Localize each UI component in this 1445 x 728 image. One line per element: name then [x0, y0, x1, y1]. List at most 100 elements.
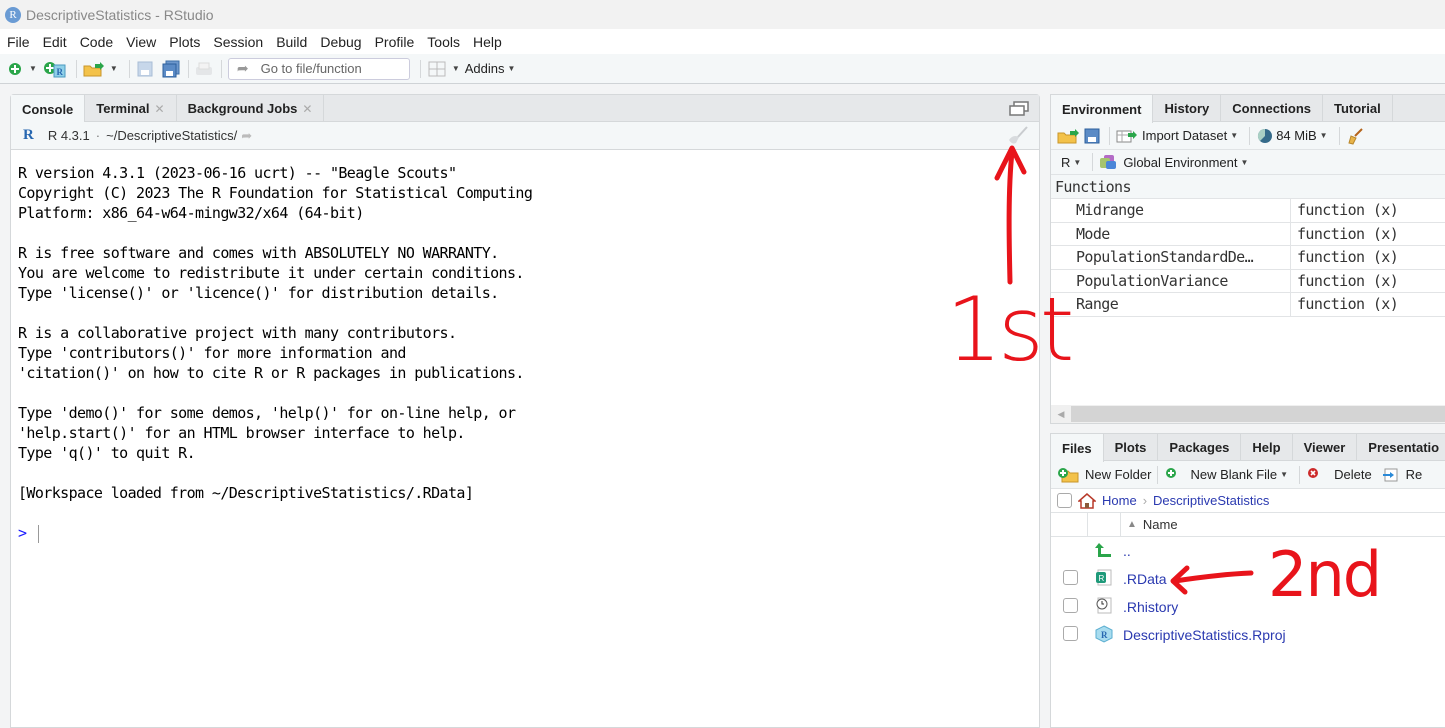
menu-build[interactable]: Build: [276, 34, 307, 50]
breadcrumb-separator: ›: [1142, 493, 1148, 508]
clear-workspace-broom-icon[interactable]: [1346, 127, 1364, 145]
window-title: DescriptiveStatistics - RStudio: [26, 6, 214, 23]
clear-console-icon[interactable]: [1005, 126, 1029, 149]
close-icon[interactable]: ✕: [155, 102, 165, 116]
tab-files[interactable]: Files: [1051, 434, 1104, 462]
file-name-link[interactable]: DescriptiveStatistics.Rproj: [1123, 627, 1286, 643]
console-output[interactable]: R version 4.3.1 (2023-06-16 ucrt) -- "Be…: [11, 150, 1039, 543]
close-icon[interactable]: ✕: [302, 102, 312, 116]
import-dropdown-icon[interactable]: ▼: [1230, 131, 1238, 140]
file-checkbox[interactable]: [1063, 570, 1078, 585]
select-all-checkbox[interactable]: [1057, 493, 1072, 508]
new-blank-file-dropdown-icon[interactable]: ▼: [1280, 470, 1288, 479]
addins-dropdown-icon[interactable]: ▼: [508, 64, 516, 73]
pane-layout-dropdown-icon[interactable]: ▼: [452, 64, 460, 73]
file-checkbox[interactable]: [1063, 626, 1078, 641]
env-row[interactable]: Range function (x): [1051, 293, 1445, 317]
save-icon[interactable]: [136, 60, 154, 78]
delete-button[interactable]: Delete: [1334, 467, 1372, 482]
files-pane: Files Plots Packages Help Viewer Present…: [1050, 433, 1445, 728]
save-all-icon[interactable]: [162, 60, 180, 78]
file-row[interactable]: .Rhistory: [1051, 593, 1445, 621]
menu-tools[interactable]: Tools: [427, 34, 460, 50]
environment-dropdown-icon[interactable]: ▼: [1240, 158, 1248, 167]
env-row[interactable]: Mode function (x): [1051, 222, 1445, 246]
tab-packages[interactable]: Packages: [1158, 434, 1242, 461]
menu-profile[interactable]: Profile: [375, 34, 415, 50]
tab-tutorial-label: Tutorial: [1334, 101, 1381, 116]
tab-environment[interactable]: Environment: [1051, 95, 1154, 123]
breadcrumb-home[interactable]: Home: [1102, 493, 1137, 508]
tab-help[interactable]: Help: [1241, 434, 1293, 461]
goto-file-function-input[interactable]: ➦ Go to file/function: [227, 57, 410, 80]
tab-background-jobs[interactable]: Background Jobs ✕: [177, 95, 325, 122]
menu-edit[interactable]: Edit: [43, 34, 67, 50]
new-file-icon[interactable]: [6, 60, 24, 78]
save-workspace-icon[interactable]: [1083, 127, 1101, 145]
rproj-file-icon: R: [1088, 624, 1123, 646]
memory-usage-button[interactable]: 84 MiB: [1276, 128, 1316, 143]
env-row[interactable]: PopulationStandardDe… function (x): [1051, 246, 1445, 270]
pane-layout-icon[interactable]: [427, 60, 447, 78]
maximize-pane-icon[interactable]: [1009, 101, 1029, 120]
scroll-left-icon[interactable]: ◀: [1051, 409, 1071, 420]
menu-code[interactable]: Code: [80, 34, 113, 50]
env-row[interactable]: Midrange function (x): [1051, 199, 1445, 223]
console-line: Type 'demo()' for some demos, 'help()' f…: [18, 404, 516, 422]
file-name-link[interactable]: .Rhistory: [1123, 599, 1178, 615]
memory-dropdown-icon[interactable]: ▼: [1320, 131, 1328, 140]
environment-select[interactable]: Global Environment: [1123, 155, 1237, 170]
tab-console[interactable]: Console: [11, 95, 86, 123]
menu-view[interactable]: View: [126, 34, 156, 50]
column-name-header[interactable]: Name: [1143, 517, 1178, 532]
tab-terminal[interactable]: Terminal ✕: [85, 95, 177, 122]
file-row[interactable]: R .RData: [1051, 565, 1445, 593]
new-project-icon[interactable]: R: [42, 60, 68, 78]
scrollbar-thumb[interactable]: [1071, 406, 1445, 422]
print-icon[interactable]: [195, 60, 213, 78]
file-name-link[interactable]: .RData: [1123, 571, 1167, 587]
tab-history[interactable]: History: [1153, 95, 1222, 122]
load-workspace-icon[interactable]: [1057, 127, 1081, 145]
new-blank-file-button[interactable]: New Blank File: [1190, 467, 1277, 482]
menu-plots[interactable]: Plots: [169, 34, 200, 50]
menu-file[interactable]: File: [7, 34, 30, 50]
open-file-icon[interactable]: [83, 60, 105, 78]
files-tabstrip: Files Plots Packages Help Viewer Present…: [1051, 434, 1445, 462]
env-row-name: PopulationVariance: [1051, 269, 1291, 292]
env-horizontal-scrollbar[interactable]: ◀: [1051, 405, 1445, 423]
console-input-line[interactable]: >: [18, 523, 1039, 543]
new-folder-button[interactable]: New Folder: [1085, 467, 1151, 482]
console-line: Copyright (C) 2023 The R Foundation for …: [18, 184, 533, 202]
language-select[interactable]: R: [1061, 155, 1070, 170]
file-row[interactable]: R DescriptiveStatistics.Rproj: [1051, 621, 1445, 649]
addins-menu[interactable]: Addins: [465, 61, 505, 76]
console-line: Type 'q()' to quit R.: [18, 444, 196, 462]
environment-pane: Environment History Connections Tutorial…: [1050, 94, 1445, 424]
goto-directory-icon[interactable]: ➦: [241, 128, 252, 144]
open-file-dropdown-icon[interactable]: ▼: [110, 64, 118, 73]
tab-plots[interactable]: Plots: [1104, 434, 1159, 461]
console-line: R version 4.3.1 (2023-06-16 ucrt) -- "Be…: [18, 164, 457, 182]
tab-viewer[interactable]: Viewer: [1293, 434, 1358, 461]
tab-tutorial[interactable]: Tutorial: [1323, 95, 1393, 122]
rename-button[interactable]: Re: [1406, 467, 1423, 482]
new-file-dropdown-icon[interactable]: ▼: [29, 64, 37, 73]
menu-help[interactable]: Help: [473, 34, 502, 50]
env-row[interactable]: PopulationVariance function (x): [1051, 269, 1445, 293]
language-dropdown-icon[interactable]: ▼: [1073, 158, 1081, 167]
file-checkbox[interactable]: [1063, 598, 1078, 613]
import-dataset-button[interactable]: Import Dataset: [1142, 128, 1227, 143]
sort-ascending-icon[interactable]: ▲: [1127, 519, 1137, 530]
tab-connections[interactable]: Connections: [1221, 95, 1323, 122]
parent-directory-link[interactable]: ..: [1123, 543, 1131, 559]
breadcrumb-current-folder[interactable]: DescriptiveStatistics: [1153, 493, 1269, 508]
tab-presentation[interactable]: Presentatio: [1357, 434, 1445, 461]
home-icon[interactable]: [1078, 492, 1096, 510]
menu-debug[interactable]: Debug: [320, 34, 361, 50]
menu-bar: File Edit Code View Plots Session Build …: [0, 29, 1445, 54]
menu-session[interactable]: Session: [213, 34, 263, 50]
parent-directory-row[interactable]: ..: [1051, 537, 1445, 565]
